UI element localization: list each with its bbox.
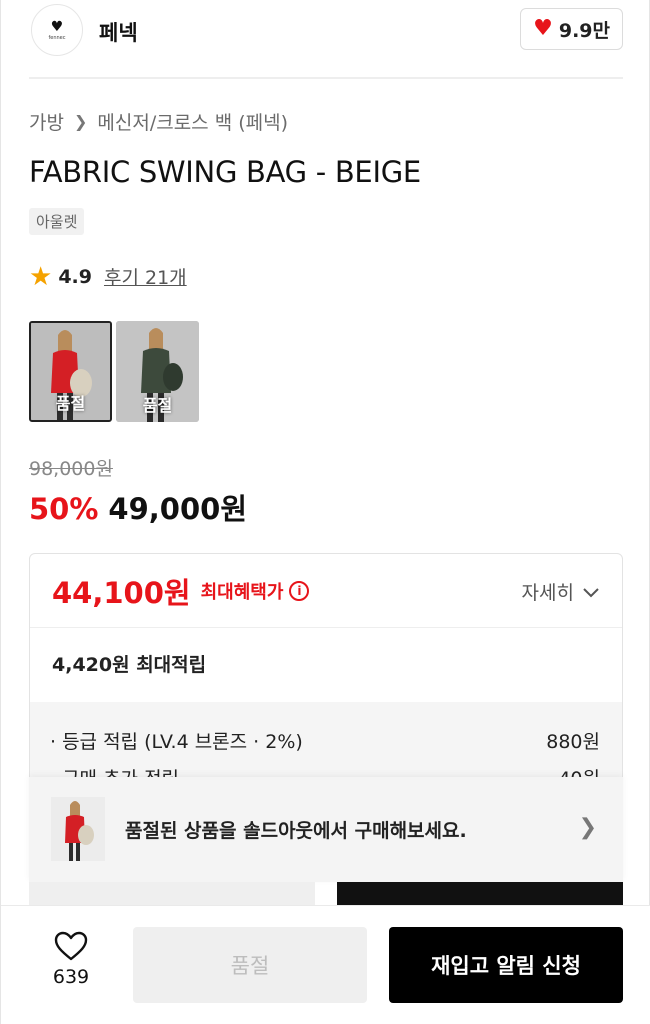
breadcrumb: 가방 ❯ 메신저/크로스 백 (페넥) (29, 108, 288, 135)
restock-alert-button[interactable]: 재입고 알림 신청 (389, 927, 623, 1003)
discount-rate: 50% (29, 492, 99, 526)
color-option-khaki[interactable]: 품절 (116, 321, 199, 422)
rating-score: 4.9 (58, 265, 92, 288)
color-option-red[interactable]: 품절 (29, 321, 112, 422)
outlet-tag: 아울렛 (29, 208, 85, 235)
brand-heart-icon: ♥ (50, 18, 64, 35)
product-page: ♥ fennec 페넥 ♥ 9.9만 가방 ❯ 메신저/크로스 백 (페넥) F… (0, 0, 650, 1024)
product-title: FABRIC SWING BAG - BEIGE (29, 155, 421, 189)
sale-price: 49,000원 (108, 492, 248, 526)
soldout-button[interactable]: 품절 (133, 927, 367, 1003)
reviews-link[interactable]: 후기 21개 (104, 263, 187, 290)
points-summary: 4,420원 최대적립 (52, 654, 207, 676)
brand-row: ♥ fennec 페넥 ♥ 9.9만 (29, 4, 623, 56)
points-line-value: 880원 (546, 731, 600, 753)
brand-like-count: 9.9만 (558, 19, 610, 42)
divider (29, 77, 623, 79)
color-options: 품절 품절 (29, 321, 199, 422)
banner-thumbnail (51, 797, 105, 861)
banner-text: 품절된 상품을 솔드아웃에서 구매해보세요. (125, 820, 467, 842)
star-icon: ★ (29, 261, 53, 292)
wishlist-count: 639 (52, 966, 90, 988)
soldout-label: 품절 (142, 396, 173, 415)
chevron-right-icon: ❯ (73, 112, 88, 131)
price-row: 50% 49,000원 (29, 486, 247, 528)
brand-like-button[interactable]: ♥ 9.9만 (520, 8, 623, 50)
brand-logo[interactable]: ♥ fennec (31, 4, 83, 56)
breadcrumb-category[interactable]: 가방 (29, 108, 64, 135)
benefit-box: 44,100원 최대혜택가 i 자세히 4,420원 최대적립 · 등급 적립 … (29, 553, 623, 793)
points-line-label: · 등급 적립 (LV.4 브론즈 · 2%) (50, 731, 303, 753)
heart-filled-icon: ♥ (533, 16, 553, 41)
bottom-action-bar: 639 품절 재입고 알림 신청 (1, 905, 650, 1024)
heart-outline-icon (54, 931, 88, 961)
rating-row: ★ 4.9 후기 21개 (29, 263, 187, 290)
wishlist-button[interactable]: 639 (43, 930, 99, 988)
best-price: 44,100원 (52, 575, 191, 610)
best-price-label: 최대혜택가 (200, 581, 284, 603)
brand-name[interactable]: 페넥 (99, 17, 138, 47)
detail-toggle[interactable]: 자세히 (522, 578, 600, 605)
detail-label: 자세히 (521, 582, 574, 604)
best-price-row: 44,100원 최대혜택가 i 자세히 (30, 554, 622, 628)
chevron-down-icon (583, 587, 599, 597)
chevron-right-icon: ❯ (578, 815, 597, 840)
model-image (51, 797, 105, 861)
points-line: · 등급 적립 (LV.4 브론즈 · 2%) 880원 (50, 727, 600, 754)
original-price: 98,000원 (29, 458, 113, 480)
breadcrumb-subcategory[interactable]: 메신저/크로스 백 (페넥) (97, 108, 288, 135)
soldout-label: 품절 (55, 394, 86, 413)
brand-logo-word: fennec (48, 34, 66, 41)
soldout-banner[interactable]: 품절된 상품을 솔드아웃에서 구매해보세요. ❯ (29, 777, 623, 882)
info-icon[interactable]: i (289, 580, 310, 601)
